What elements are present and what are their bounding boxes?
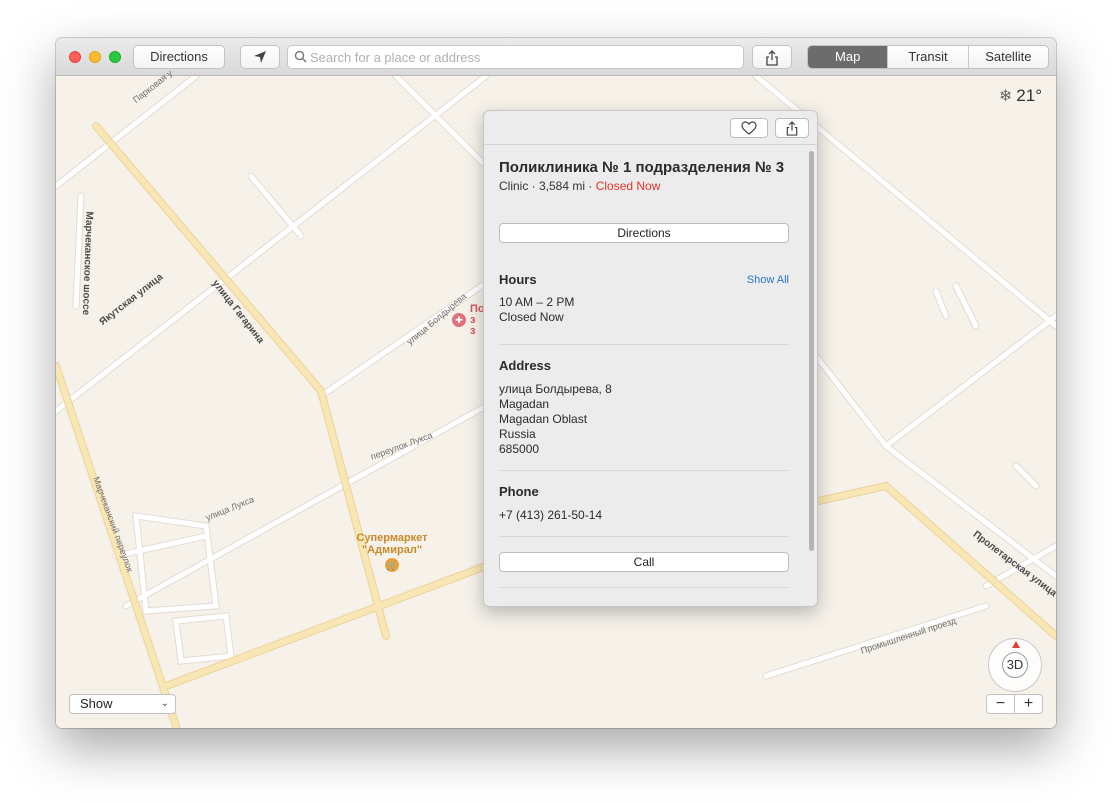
share-button[interactable]	[752, 45, 792, 69]
share-icon	[786, 121, 798, 136]
maximize-window-button[interactable]	[109, 51, 121, 63]
maps-window: Directions Map Transit Satellite	[56, 38, 1056, 728]
poi-supermarket[interactable]: Супермаркет "Адмирал" 🛒	[344, 532, 440, 572]
popover-scrollbar[interactable]	[809, 151, 814, 551]
address-title: Address	[499, 358, 552, 373]
current-location-button[interactable]	[240, 45, 280, 69]
divider	[499, 587, 789, 588]
place-directions-button[interactable]: Directions	[499, 223, 789, 243]
clinic-pin[interactable]: ✚	[452, 313, 466, 327]
divider	[499, 344, 789, 345]
zoom-in-button[interactable]: +	[1015, 695, 1042, 713]
tab-transit[interactable]: Transit	[887, 46, 967, 68]
poi-supermarket-name2: "Адмирал"	[361, 544, 423, 556]
weather-temperature: 21°	[1016, 86, 1042, 105]
compass-3d-control[interactable]: 3D	[988, 638, 1042, 692]
search-input[interactable]	[310, 48, 730, 66]
show-all-hours-link[interactable]: Show All	[747, 274, 789, 286]
poi-supermarket-name: Супермаркет	[356, 532, 428, 544]
hours-value: 10 AM – 2 PM	[499, 295, 575, 309]
tab-map[interactable]: Map	[808, 46, 888, 68]
search-field[interactable]	[287, 45, 744, 69]
popover-header	[484, 111, 817, 145]
phone-title: Phone	[499, 484, 539, 499]
address-line-2: Magadan	[499, 397, 550, 411]
zoom-out-button[interactable]: −	[987, 695, 1015, 713]
location-arrow-icon	[254, 51, 266, 63]
address-section: Address улица Болдырева, 8 Magadan Magad…	[499, 358, 789, 457]
place-info-popover: Поликлиника № 1 подразделения № 3 Clinic…	[483, 110, 818, 607]
share-icon	[766, 50, 778, 66]
shopping-cart-icon: 🛒	[385, 558, 399, 572]
divider	[499, 536, 789, 537]
place-subtitle: Clinic · 3,584 mi · Closed Now	[499, 179, 789, 193]
place-details: Поликлиника № 1 подразделения № 3 Clinic…	[499, 159, 789, 588]
snowflake-icon: ❄	[998, 88, 1013, 105]
zoom-control: − +	[986, 694, 1043, 714]
directions-button[interactable]: Directions	[133, 45, 225, 69]
place-category-distance: Clinic · 3,584 mi ·	[499, 179, 596, 193]
weather-indicator: ❄ 21°	[999, 86, 1042, 106]
phone-value[interactable]: +7 (413) 261-50-14	[499, 508, 789, 523]
address-line-1: улица Болдырева, 8	[499, 382, 612, 396]
place-title: Поликлиника № 1 подразделения № 3	[499, 159, 785, 176]
hours-status: Closed Now	[499, 310, 564, 324]
show-dropdown[interactable]: Show ⌄	[69, 694, 176, 714]
divider	[499, 470, 789, 471]
toolbar: Directions Map Transit Satellite	[56, 38, 1056, 76]
call-button[interactable]: Call	[499, 552, 789, 572]
3d-toggle-button[interactable]: 3D	[1002, 652, 1028, 678]
place-status: Closed Now	[595, 179, 661, 193]
compass-north-icon	[1012, 641, 1020, 648]
phone-section: Phone +7 (413) 261-50-14	[499, 484, 789, 523]
show-dropdown-value: Show	[80, 696, 113, 711]
search-icon	[294, 50, 307, 63]
chevron-down-icon: ⌄	[160, 698, 169, 709]
address-line-5: 685000	[499, 442, 540, 456]
favorite-button[interactable]	[730, 118, 768, 138]
tab-satellite[interactable]: Satellite	[967, 46, 1048, 68]
address-line-3: Magadan Oblast	[499, 412, 588, 426]
hours-section: Hours Show All 10 AM – 2 PM Closed Now	[499, 272, 789, 325]
map-canvas[interactable]: Парковая у Якутская улица улица Гагарина…	[56, 68, 1056, 728]
map-mode-segmented-control: Map Transit Satellite	[807, 45, 1049, 69]
address-line-4: Russia	[499, 427, 536, 441]
minimize-window-button[interactable]	[89, 51, 101, 63]
close-window-button[interactable]	[69, 51, 81, 63]
heart-icon	[741, 121, 757, 135]
hours-title: Hours	[499, 272, 537, 287]
place-share-button[interactable]	[775, 118, 809, 138]
